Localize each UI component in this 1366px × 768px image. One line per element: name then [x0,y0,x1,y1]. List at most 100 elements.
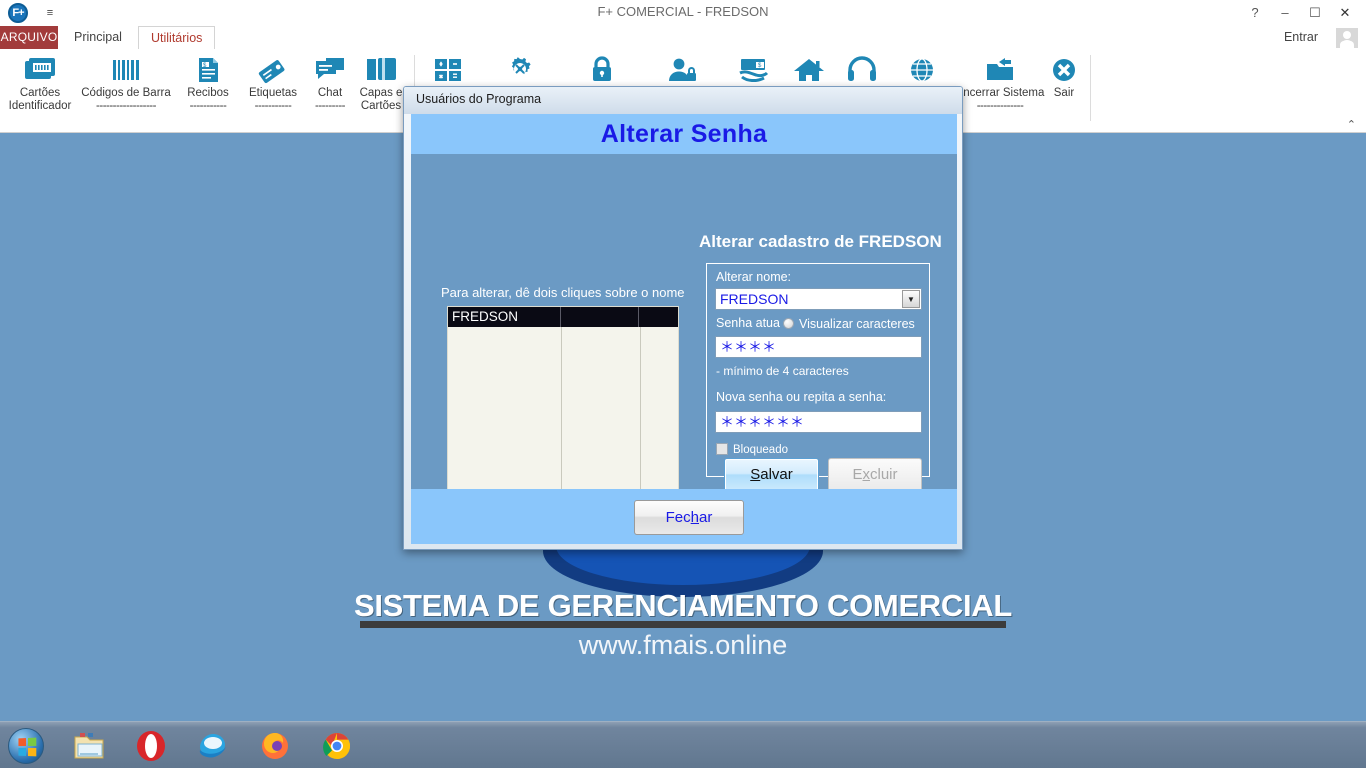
close-button[interactable]: Fechar [634,500,744,535]
edit-user-groupbox: Alterar nome: FREDSON ▼ Senha atua Visua… [706,263,930,492]
ribbon-item-gear[interactable] [496,53,544,87]
ribbon-label: Sair [1053,87,1075,99]
start-button[interactable] [8,728,44,764]
ribbon-item-calculator[interactable] [424,53,472,87]
current-password-label: Senha atua [716,316,780,330]
ribbon-item-headset[interactable] [838,53,886,87]
lock-icon [576,53,628,87]
window-titlebar: F+ ≡ F+ COMERCIAL - FREDSON ? – ☐ ✕ [0,0,1366,26]
view-chars-label: Visualizar caracteres [799,317,915,331]
ribbon-label: Chat [317,87,343,99]
dialog-title: Usuários do Programa [416,92,542,106]
ribbon-item-chat[interactable]: Chat --------- [306,53,354,112]
taskbar: F+ F+ COMERCIAL - ... ▲ 18:57 05/11/2022 [0,721,1366,768]
window-title: F+ COMERCIAL - FREDSON [597,4,769,19]
chrome-icon[interactable] [320,729,354,763]
ribbon-item-cartoes-identificador[interactable]: Cartões Identificador [6,53,74,113]
blocked-label: Bloqueado [733,444,788,456]
checkbox-icon[interactable] [716,443,728,455]
ribbon-item-lock[interactable] [576,53,628,87]
ribbon-item-codigos-de-barra[interactable]: Códigos de Barra ------------------ [78,53,174,112]
calculator-icon [424,53,472,87]
minimize-icon[interactable]: – [1270,0,1300,26]
dialog-content: Alterar Senha Para alterar, dê dois cliq… [411,114,957,545]
home-icon [786,53,832,87]
ribbon-label: Capas e Cartões [359,87,403,112]
ribbon-item-globe[interactable] [898,53,946,87]
headset-icon [838,53,886,87]
restore-icon[interactable]: ☐ [1300,0,1330,26]
signin-link[interactable]: Entrar [1284,30,1318,44]
chat-icon [306,53,354,87]
name-label: Alterar nome: [716,270,792,284]
dialog-body: Para alterar, dê dois cliques sobre o no… [411,154,957,545]
close-circle-icon [1040,53,1088,87]
ribbon-item-etiquetas[interactable]: Etiquetas ----------- [242,53,304,112]
usuarios-do-programa-dialog: Usuários do Programa Alterar Senha Para … [403,86,963,550]
ribbon-dashes: --------- [315,100,345,112]
barcode-icon [78,53,174,87]
current-password-input[interactable]: ＊＊＊＊ [715,336,922,358]
ribbon-label: Etiquetas [249,87,297,99]
dialog-titlebar: Usuários do Programa [404,87,962,114]
ribbon-dashes: ----------- [254,100,292,112]
list-hint-text: Para alterar, dê dois cliques sobre o no… [441,285,685,300]
tab-utilitarios[interactable]: Utilitários [138,26,216,49]
ribbon-label: Cartões Identificador [8,87,72,112]
splash-divider [360,621,1006,628]
ribbon-label: Códigos de Barra [81,87,171,99]
splash-url: www.fmais.online [578,630,788,660]
internet-explorer-icon[interactable] [196,729,230,763]
ribbon-item-user-lock[interactable] [656,53,708,87]
ribbon-item-money-hand[interactable]: $ [728,53,780,87]
view-chars-radio[interactable]: Visualizar caracteres [783,315,915,333]
dialog-heading: Alterar Senha [600,120,768,148]
dialog-header-band: Alterar Senha [411,114,957,154]
delete-button[interactable]: Excluir [828,458,922,492]
save-button[interactable]: Salvar [724,458,819,492]
ribbon-separator-2 [1090,55,1091,121]
globe-icon [898,53,946,87]
opera-icon[interactable] [134,729,168,763]
chevron-down-icon[interactable]: ▼ [902,290,920,308]
radio-icon[interactable] [783,318,794,329]
blocked-checkbox[interactable]: Bloqueado [716,440,788,458]
ribbon-label: Recibos [187,87,229,99]
close-icon[interactable]: ✕ [1330,0,1360,26]
file-explorer-icon[interactable] [72,729,106,763]
new-password-label: Nova senha ou repita a senha: [716,390,887,404]
avatar[interactable] [1336,28,1358,49]
splash-title: SISTEMA DE GERENCIAMENTO COMERCIAL [353,588,1013,623]
users-list-cell-name[interactable]: FREDSON [448,307,561,327]
ribbon-label: Encerrar Sistema [955,87,1045,99]
tab-principal[interactable]: Principal [62,26,134,49]
new-password-input[interactable]: ＊＊＊＊＊＊ [715,411,922,433]
tab-arquivo[interactable]: ARQUIVO [0,26,58,49]
users-list-cell-3[interactable] [639,307,678,327]
name-combobox[interactable]: FREDSON ▼ [715,288,922,310]
help-icon[interactable]: ? [1240,0,1270,26]
ribbon-tabstrip: ARQUIVO Principal Utilitários Entrar [0,26,1366,49]
ribbon-item-encerrar-sistema[interactable]: Encerrar Sistema -------------- [950,53,1050,112]
window-controls: ? – ☐ ✕ [1240,0,1360,26]
tag-icon [242,53,304,87]
edit-user-heading: Alterar cadastro de FREDSON [699,232,942,251]
receipt-icon: $ [178,53,238,87]
ribbon-collapse-icon[interactable]: ⌃ [1347,118,1356,131]
gear-icon [496,53,544,87]
id-card-icon [6,53,74,87]
users-list-header-row: FREDSON [448,307,678,327]
ribbon-item-capas-e-cartoes[interactable]: Capas e Cartões [352,53,410,113]
ribbon-item-home[interactable] [786,53,832,87]
cards-icon [352,53,410,87]
ribbon-dashes: ------------------ [96,100,156,112]
users-list-cell-2[interactable] [561,307,639,327]
ribbon-dashes: -------------- [976,100,1024,112]
money-hand-icon: $ [728,53,780,87]
logout-folder-icon [950,53,1050,87]
ribbon-dashes: ----------- [189,100,227,112]
dialog-footer: Fechar [411,489,957,544]
firefox-icon[interactable] [258,729,292,763]
ribbon-item-sair[interactable]: Sair [1040,53,1088,100]
ribbon-item-recibos[interactable]: $ Recibos ----------- [178,53,238,112]
